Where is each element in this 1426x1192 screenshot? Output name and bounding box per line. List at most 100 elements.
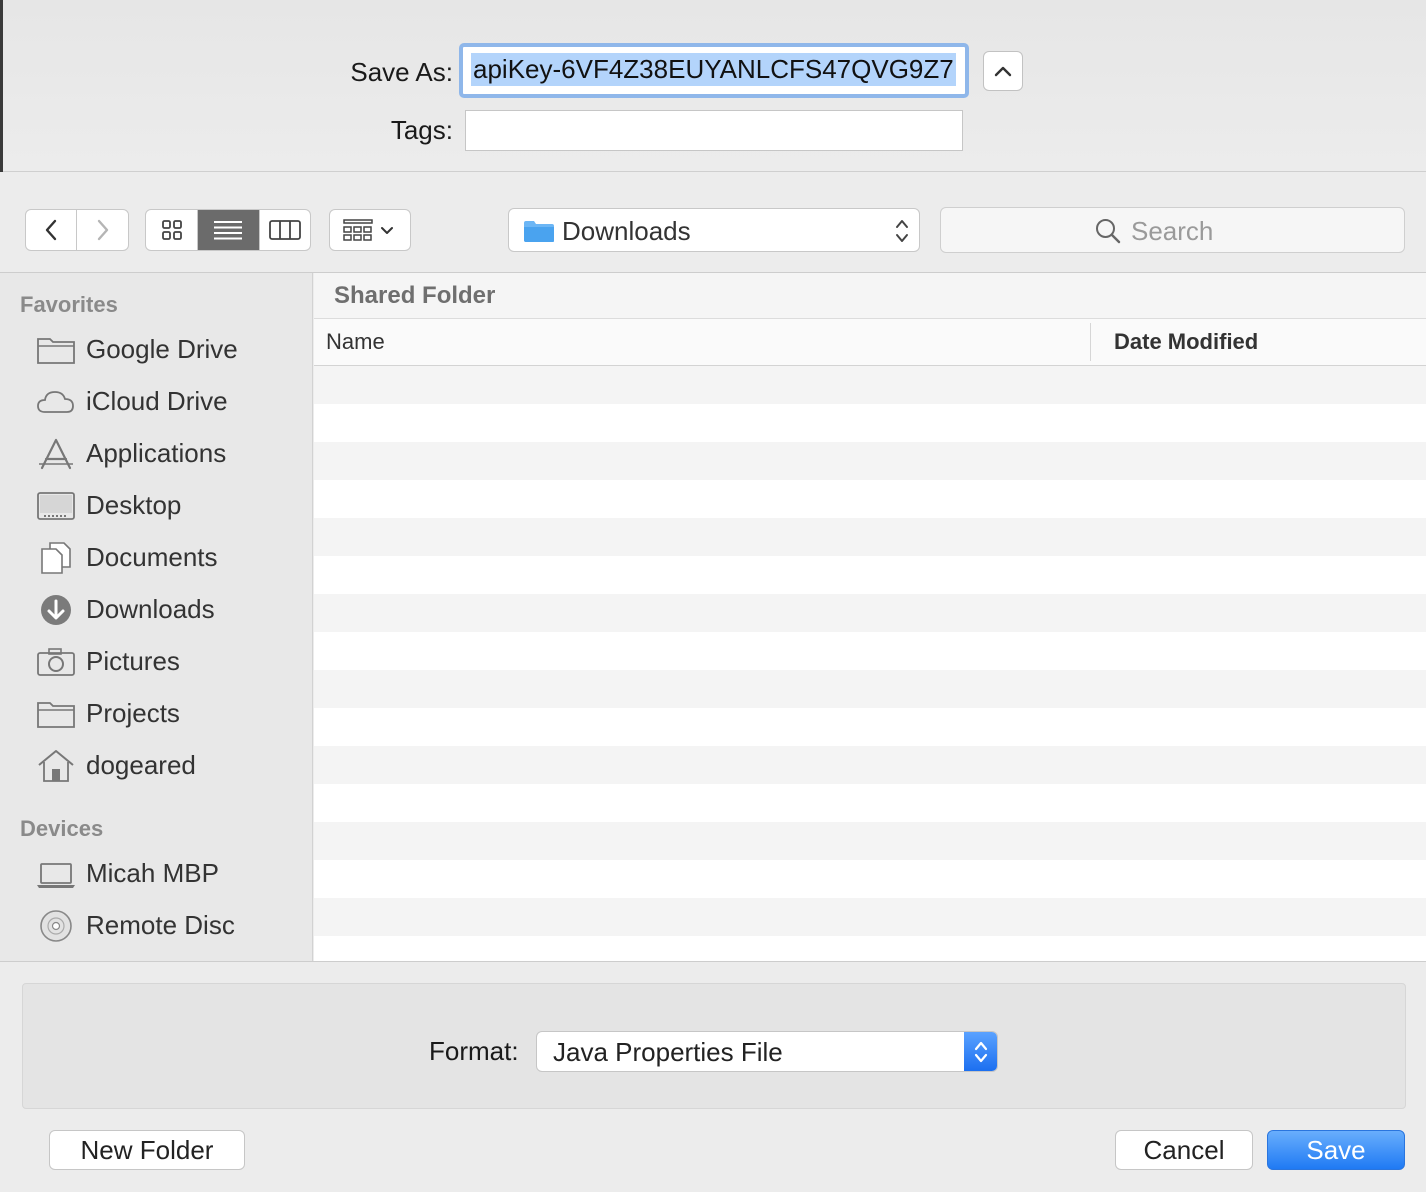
format-select[interactable]: Java Properties File bbox=[536, 1031, 998, 1072]
format-accessory-view: Format: Java Properties File bbox=[22, 983, 1406, 1109]
collapse-panel-button[interactable] bbox=[983, 51, 1023, 91]
sidebar: Favorites Google Drive iCloud Drive Appl… bbox=[0, 273, 313, 961]
icon-view-icon bbox=[161, 220, 182, 240]
sidebar-item-projects[interactable]: Projects bbox=[0, 689, 312, 737]
save-panel-header: Save As: apiKey-6VF4Z38EUYANLCFS47QVG9Z7… bbox=[0, 0, 1426, 172]
desktop-icon bbox=[37, 492, 75, 520]
camera-icon bbox=[37, 648, 75, 676]
empty-row bbox=[314, 480, 1426, 518]
laptop-icon bbox=[37, 863, 75, 888]
up-down-arrows-icon bbox=[974, 1041, 987, 1062]
sidebar-item-label: Pictures bbox=[86, 646, 180, 676]
window-edge bbox=[0, 0, 3, 172]
new-folder-button[interactable]: New Folder bbox=[49, 1130, 245, 1170]
folder-title-bar: Shared Folder bbox=[314, 273, 1426, 319]
save-as-label: Save As: bbox=[350, 57, 453, 87]
file-browser: Shared Folder Name Date Modified bbox=[314, 273, 1426, 961]
favorites-heading: Favorites bbox=[20, 292, 118, 317]
empty-row bbox=[314, 708, 1426, 746]
format-value: Java Properties File bbox=[553, 1037, 783, 1067]
group-by-icon bbox=[343, 219, 393, 241]
sidebar-item-label: Projects bbox=[86, 698, 180, 728]
column-header: Name Date Modified bbox=[314, 319, 1426, 366]
navigation-buttons bbox=[25, 209, 129, 251]
empty-row bbox=[314, 404, 1426, 442]
group-by-button[interactable] bbox=[329, 209, 411, 251]
sidebar-item-pictures[interactable]: Pictures bbox=[0, 637, 312, 685]
downloads-icon bbox=[41, 595, 71, 625]
sidebar-item-google-drive[interactable]: Google Drive bbox=[0, 325, 312, 373]
save-button[interactable]: Save bbox=[1267, 1130, 1405, 1170]
search-placeholder: Search bbox=[1131, 216, 1214, 246]
sidebar-item-remote-disc[interactable]: Remote Disc bbox=[0, 901, 312, 949]
empty-row bbox=[314, 898, 1426, 936]
empty-row bbox=[314, 366, 1426, 404]
sidebar-item-label: Applications bbox=[86, 438, 227, 468]
empty-row bbox=[314, 518, 1426, 556]
save-panel-footer: Format: Java Properties File New Folder … bbox=[0, 961, 1426, 1192]
column-view-button[interactable] bbox=[260, 210, 310, 250]
sidebar-item-label: iCloud Drive bbox=[86, 386, 228, 416]
cloud-icon bbox=[37, 391, 74, 413]
applications-icon bbox=[39, 438, 73, 470]
date-modified-column-header[interactable]: Date Modified bbox=[1114, 329, 1258, 355]
sidebar-item-dogeared[interactable]: dogeared bbox=[0, 741, 312, 789]
folder-title: Shared Folder bbox=[334, 282, 496, 309]
empty-row bbox=[314, 822, 1426, 860]
cancel-button[interactable]: Cancel bbox=[1115, 1130, 1253, 1170]
save-as-input[interactable]: apiKey-6VF4Z38EUYANLCFS47QVG9Z7 bbox=[459, 43, 969, 98]
view-mode-selector bbox=[145, 209, 311, 251]
empty-row bbox=[314, 632, 1426, 670]
empty-row bbox=[314, 670, 1426, 708]
up-down-arrows-icon bbox=[896, 220, 908, 242]
sidebar-item-label: Downloads bbox=[86, 594, 215, 624]
location-popup[interactable]: Downloads bbox=[508, 208, 920, 252]
save-as-value: apiKey-6VF4Z38EUYANLCFS47QVG9Z7 bbox=[471, 53, 956, 86]
chevron-right-icon bbox=[97, 219, 108, 241]
sidebar-item-desktop[interactable]: Desktop bbox=[0, 481, 312, 529]
folder-icon bbox=[37, 338, 75, 364]
empty-row bbox=[314, 594, 1426, 632]
sidebar-item-label: Remote Disc bbox=[86, 910, 235, 940]
sidebar-item-label: Documents bbox=[86, 542, 218, 572]
chevron-left-icon bbox=[45, 219, 57, 241]
column-view-icon bbox=[268, 220, 301, 240]
column-divider[interactable] bbox=[1090, 323, 1091, 361]
sidebar-item-label: dogeared bbox=[86, 750, 196, 780]
search-input[interactable]: Search bbox=[940, 207, 1405, 253]
location-label: Downloads bbox=[562, 216, 691, 246]
file-list bbox=[314, 366, 1426, 961]
empty-row bbox=[314, 936, 1426, 961]
name-column-header[interactable]: Name bbox=[326, 329, 385, 355]
empty-row bbox=[314, 442, 1426, 480]
forward-button[interactable] bbox=[77, 210, 128, 250]
disc-icon bbox=[40, 910, 72, 942]
list-view-button[interactable] bbox=[198, 210, 260, 250]
home-icon bbox=[38, 750, 74, 782]
sidebar-item-label: Google Drive bbox=[86, 334, 238, 364]
sidebar-item-downloads[interactable]: Downloads bbox=[0, 585, 312, 633]
back-button[interactable] bbox=[26, 210, 78, 250]
sidebar-item-label: Desktop bbox=[86, 490, 182, 520]
empty-row bbox=[314, 556, 1426, 594]
format-stepper[interactable] bbox=[964, 1032, 997, 1071]
empty-row bbox=[314, 860, 1426, 898]
tags-input[interactable] bbox=[465, 110, 963, 151]
empty-row bbox=[314, 784, 1426, 822]
empty-row bbox=[314, 746, 1426, 784]
devices-heading: Devices bbox=[20, 816, 104, 841]
sidebar-item-micah-mbp[interactable]: Micah MBP bbox=[0, 849, 312, 897]
sidebar-item-icloud-drive[interactable]: iCloud Drive bbox=[0, 377, 312, 425]
sidebar-item-label: Micah MBP bbox=[86, 858, 219, 888]
search-icon bbox=[1096, 219, 1121, 244]
folder-icon bbox=[37, 702, 75, 728]
list-view-icon bbox=[214, 221, 243, 240]
sidebar-item-applications[interactable]: Applications bbox=[0, 429, 312, 477]
chevron-up-icon bbox=[994, 66, 1012, 77]
tags-label: Tags: bbox=[390, 115, 453, 145]
documents-icon bbox=[41, 542, 71, 574]
folder-icon bbox=[524, 221, 554, 242]
format-label: Format: bbox=[429, 1036, 519, 1066]
icon-view-button[interactable] bbox=[146, 210, 199, 250]
sidebar-item-documents[interactable]: Documents bbox=[0, 533, 312, 581]
